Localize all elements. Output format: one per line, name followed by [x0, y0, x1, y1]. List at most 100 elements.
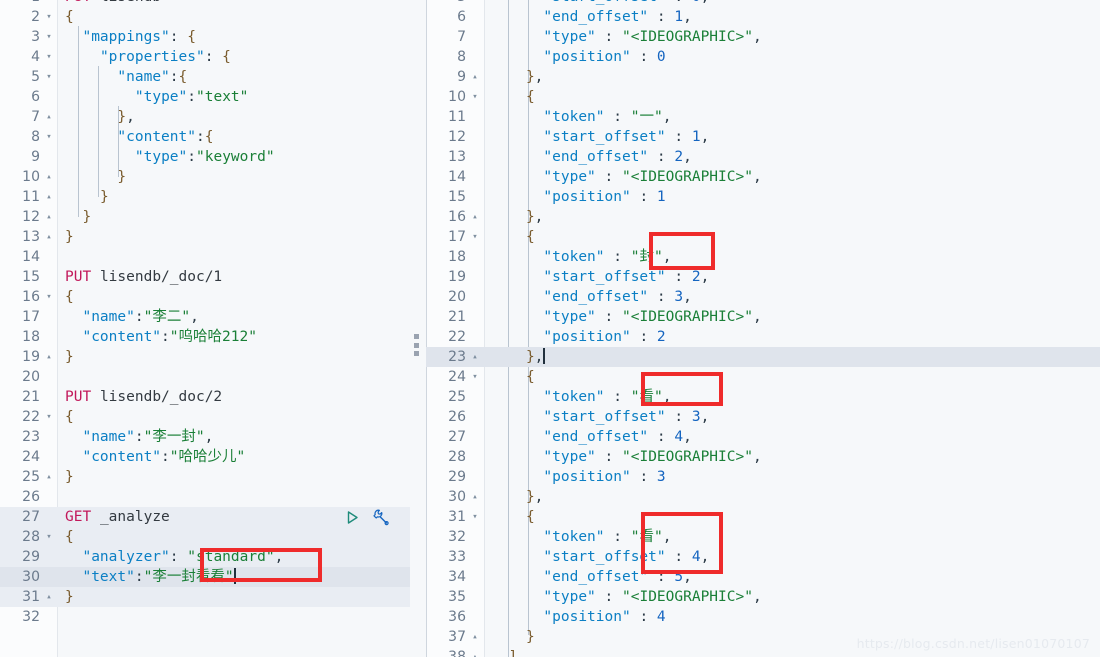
code-line[interactable]: 31 ▴}	[0, 587, 410, 607]
code-line[interactable]: 36 "position" : 4	[426, 607, 1100, 627]
code-line[interactable]: 15 PUT lisendb/_doc/1	[0, 267, 410, 287]
code-line[interactable]: 13 "end_offset" : 2,	[426, 147, 1100, 167]
code-line[interactable]: 6 "type":"text"	[0, 87, 410, 107]
code-line[interactable]: 11 "token" : "一",	[426, 107, 1100, 127]
code-line[interactable]: 23 "name":"李一封",	[0, 427, 410, 447]
line-content: "end_offset" : 2,	[543, 149, 692, 165]
code-line[interactable]: 29 "analyzer": "standard",	[0, 547, 410, 567]
code-line[interactable]: 32	[0, 607, 410, 627]
code-line[interactable]: 2 ▾ {	[0, 7, 410, 27]
fold-expand-icon[interactable]: ▴	[470, 627, 480, 647]
pane-divider[interactable]	[410, 0, 426, 657]
code-line[interactable]: 6 "end_offset" : 1,	[426, 7, 1100, 27]
code-line[interactable]: 8 "position" : 0	[426, 47, 1100, 67]
code-line[interactable]: 5 "start_offset" : 0,	[426, 0, 1100, 7]
fold-collapse-icon[interactable]: ▾	[44, 27, 54, 47]
fold-expand-icon[interactable]: ▴	[470, 647, 480, 657]
fold-expand-icon[interactable]: ▴	[44, 207, 54, 227]
code-line[interactable]: 29 "position" : 3	[426, 467, 1100, 487]
fold-collapse-icon[interactable]: ▾	[470, 227, 480, 247]
code-line[interactable]: 17 ▾ {	[426, 227, 1100, 247]
code-line[interactable]: 3 ▾ "mappings": {	[0, 27, 410, 47]
code-line[interactable]: 22 ▾ {	[0, 407, 410, 427]
code-line[interactable]: 5 ▾ "name":{	[0, 67, 410, 87]
code-line[interactable]: 7 "type" : "<IDEOGRAPHIC>",	[426, 27, 1100, 47]
code-line[interactable]: 17 "name":"李二",	[0, 307, 410, 327]
fold-expand-icon[interactable]: ▴	[470, 487, 480, 507]
code-line[interactable]: 27 GET _analyze	[0, 507, 410, 527]
code-line[interactable]: 22 "position" : 2	[426, 327, 1100, 347]
code-line[interactable]: 33 "start_offset" : 4,	[426, 547, 1100, 567]
fold-collapse-icon[interactable]: ▾	[44, 7, 54, 27]
code-line[interactable]: 15 "position" : 1	[426, 187, 1100, 207]
code-line[interactable]: 20	[0, 367, 410, 387]
fold-expand-icon[interactable]: ▴	[44, 167, 54, 187]
code-line[interactable]: 16 ▾ {	[0, 287, 410, 307]
code-line[interactable]: 34 "end_offset" : 5,	[426, 567, 1100, 587]
code-line[interactable]: 12 ▴ }	[0, 207, 410, 227]
fold-expand-icon[interactable]: ▴	[44, 187, 54, 207]
code-line[interactable]: 24 ▾ {	[426, 367, 1100, 387]
code-line[interactable]: 35 "type" : "<IDEOGRAPHIC>",	[426, 587, 1100, 607]
code-line[interactable]: 25 "token" : "看",	[426, 387, 1100, 407]
fold-collapse-icon[interactable]: ▾	[44, 47, 54, 67]
response-viewer-pane[interactable]: 5 "start_offset" : 0,6 "end_offset" : 1,…	[426, 0, 1100, 657]
fold-collapse-icon[interactable]: ▾	[44, 287, 54, 307]
code-line[interactable]: 19 ▴}	[0, 347, 410, 367]
code-line[interactable]: 11 ▴ }	[0, 187, 410, 207]
code-line[interactable]: 23 ▴ },	[426, 347, 1100, 367]
code-line[interactable]: 10 ▴ }	[0, 167, 410, 187]
code-line[interactable]: 31 ▾ {	[426, 507, 1100, 527]
code-line[interactable]: 26	[0, 487, 410, 507]
fold-collapse-icon[interactable]: ▾	[44, 527, 54, 547]
fold-collapse-icon[interactable]: ▾	[470, 87, 480, 107]
code-line[interactable]: 21 "type" : "<IDEOGRAPHIC>",	[426, 307, 1100, 327]
request-editor-pane[interactable]: 1PUT lisendb2▾{3▾ "mappings": {4▾ "prope…	[0, 0, 410, 657]
code-line[interactable]: 4 ▾ "properties": {	[0, 47, 410, 67]
code-line[interactable]: 14 "type" : "<IDEOGRAPHIC>",	[426, 167, 1100, 187]
fold-expand-icon[interactable]: ▴	[44, 347, 54, 367]
code-line[interactable]: 10 ▾ {	[426, 87, 1100, 107]
fold-expand-icon[interactable]: ▴	[470, 347, 480, 367]
code-line[interactable]: 25 ▴}	[0, 467, 410, 487]
code-line[interactable]: 9 ▴ },	[426, 67, 1100, 87]
code-line[interactable]: 1 PUT lisendb	[0, 0, 410, 7]
code-line[interactable]: 30 "text":"李一封看看"	[0, 567, 410, 587]
fold-collapse-icon[interactable]: ▾	[44, 67, 54, 87]
fold-expand-icon[interactable]: ▴	[44, 107, 54, 127]
line-number: 23	[448, 349, 466, 365]
fold-collapse-icon[interactable]: ▾	[44, 407, 54, 427]
fold-expand-icon[interactable]: ▴	[470, 207, 480, 227]
code-line[interactable]: 20 "end_offset" : 3,	[426, 287, 1100, 307]
code-line[interactable]: 14	[0, 247, 410, 267]
code-line[interactable]: 26 "start_offset" : 3,	[426, 407, 1100, 427]
code-line[interactable]: 8 ▾ "content":{	[0, 127, 410, 147]
request-actions[interactable]	[345, 507, 390, 527]
code-line[interactable]: 13 ▴}	[0, 227, 410, 247]
code-line[interactable]: 28 "type" : "<IDEOGRAPHIC>",	[426, 447, 1100, 467]
code-line[interactable]: 24 "content":"哈哈少儿"	[0, 447, 410, 467]
code-line[interactable]: 32 "token" : "看",	[426, 527, 1100, 547]
code-line[interactable]: 9 "type":"keyword"	[0, 147, 410, 167]
code-line[interactable]: 12 "start_offset" : 1,	[426, 127, 1100, 147]
code-line[interactable]: 18 "content":"呜哈哈212"	[0, 327, 410, 347]
fold-expand-icon[interactable]: ▴	[44, 467, 54, 487]
pane-resize-handle[interactable]	[414, 334, 421, 356]
fold-expand-icon[interactable]: ▴	[44, 587, 54, 607]
code-line[interactable]: 16 ▴ },	[426, 207, 1100, 227]
code-line[interactable]: 21 PUT lisendb/_doc/2	[0, 387, 410, 407]
fold-collapse-icon[interactable]: ▾	[470, 507, 480, 527]
fold-expand-icon[interactable]: ▴	[470, 67, 480, 87]
code-line[interactable]: 30 ▴ },	[426, 487, 1100, 507]
line-number: 5	[426, 0, 466, 7]
code-line[interactable]: 18 "token" : "封",	[426, 247, 1100, 267]
fold-expand-icon[interactable]: ▴	[44, 227, 54, 247]
fold-collapse-icon[interactable]: ▾	[44, 127, 54, 147]
code-line[interactable]: 7 ▴ },	[0, 107, 410, 127]
code-line[interactable]: 19 "start_offset" : 2,	[426, 267, 1100, 287]
code-line[interactable]: 27 "end_offset" : 4,	[426, 427, 1100, 447]
code-line[interactable]: 28 ▾ {	[0, 527, 410, 547]
wrench-icon[interactable]	[372, 508, 390, 526]
fold-collapse-icon[interactable]: ▾	[470, 367, 480, 387]
play-icon[interactable]	[345, 510, 360, 525]
